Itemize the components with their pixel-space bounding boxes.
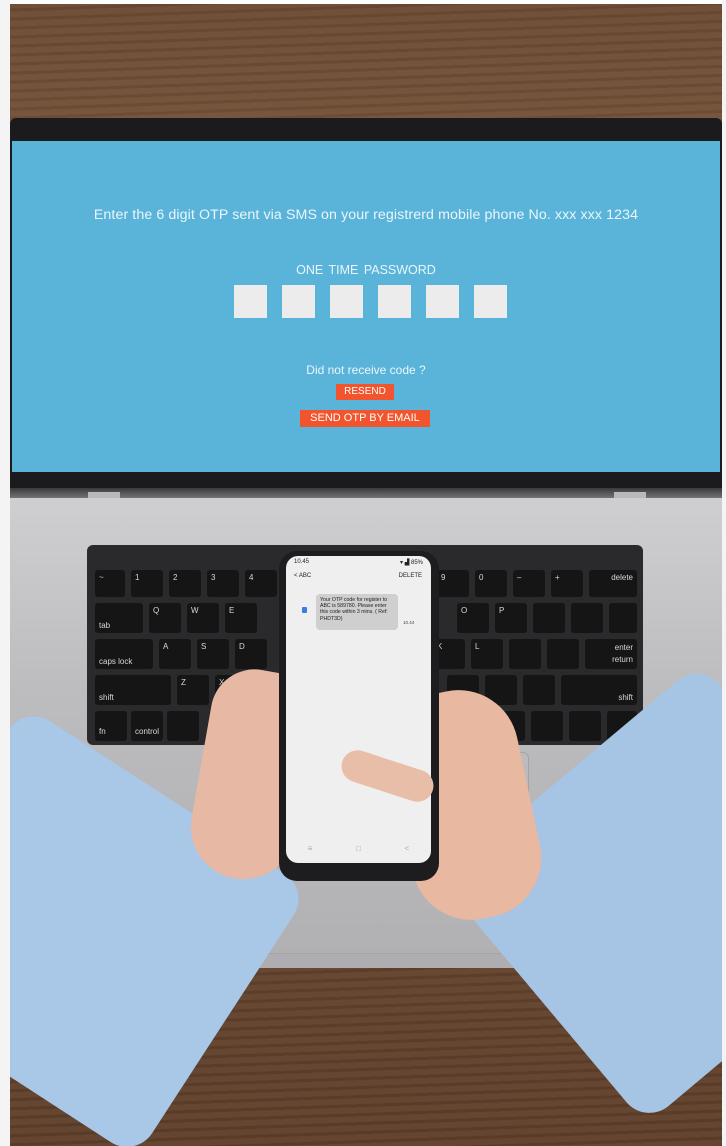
key-tilde[interactable]: ~	[95, 570, 125, 597]
key-label: control	[135, 727, 160, 736]
key-label: return	[612, 655, 633, 664]
otp-instruction-text: Enter the 6 digit OTP sent via SMS on yo…	[93, 207, 639, 223]
key-delete[interactable]: delete	[589, 570, 637, 597]
key-l[interactable]: L	[471, 639, 503, 669]
key-semicolon[interactable]	[509, 639, 541, 669]
otp-digit-4[interactable]	[378, 285, 411, 318]
hinge-foot	[614, 492, 646, 498]
key-o[interactable]: O	[457, 603, 489, 633]
key-p[interactable]: P	[495, 603, 527, 633]
key-label: shift	[618, 693, 633, 702]
key-arrow-up-down[interactable]	[569, 711, 601, 741]
sms-delete-button[interactable]: DELETE	[399, 573, 422, 579]
key-label: 3	[211, 573, 216, 582]
key-4[interactable]: 4	[245, 570, 277, 597]
key-w[interactable]: W	[187, 603, 219, 633]
key-label: O	[461, 606, 468, 615]
key-9[interactable]: 9	[437, 570, 469, 597]
key-control[interactable]: control	[131, 711, 163, 741]
not-received-text: Did not receive code ?	[306, 363, 426, 377]
key-q[interactable]: Q	[149, 603, 181, 633]
key-a[interactable]: A	[159, 639, 191, 669]
key-bracket-left[interactable]	[533, 603, 565, 633]
key-0[interactable]: 0	[475, 570, 507, 597]
key-label: W	[191, 606, 199, 615]
key-3[interactable]: 3	[207, 570, 239, 597]
phone-screen: 10.45 ▾ ▟ 85% < ABC DELETE Your OTP code…	[286, 556, 431, 863]
key-label: Z	[181, 678, 186, 687]
otp-digit-5[interactable]	[426, 285, 459, 318]
sms-timestamp: 10.44	[403, 620, 415, 625]
key-s[interactable]: S	[197, 639, 229, 669]
phone-nav-bar: ≡ □ <	[286, 844, 431, 853]
key-d[interactable]: D	[235, 639, 267, 669]
top-border	[0, 0, 726, 4]
otp-digit-3[interactable]	[330, 285, 363, 318]
key-label: tab	[99, 621, 111, 630]
key-label: D	[239, 642, 245, 651]
key-label: fn	[99, 727, 106, 736]
key-caps-lock[interactable]: caps lock	[95, 639, 153, 669]
key-shift-right[interactable]: shift	[561, 675, 637, 705]
key-z[interactable]: Z	[177, 675, 209, 705]
key-label: 1	[135, 573, 140, 582]
sms-back-button[interactable]: < ABC	[294, 573, 311, 579]
key-label: enter	[614, 643, 633, 652]
phone-clock: 10.45	[294, 559, 310, 565]
key-slash[interactable]	[523, 675, 555, 705]
key-label: 0	[479, 573, 484, 582]
laptop-screen: Enter the 6 digit OTP sent via SMS on yo…	[12, 141, 720, 472]
key-label: L	[475, 642, 480, 651]
otp-digit-6[interactable]	[474, 285, 507, 318]
otp-digit-2[interactable]	[282, 285, 315, 318]
send-otp-email-button[interactable]: SEND OTP BY EMAIL	[300, 410, 430, 427]
key-return[interactable]: enter return	[585, 639, 637, 669]
key-label: 2	[173, 573, 178, 582]
key-label: delete	[611, 573, 633, 582]
key-label: S	[201, 642, 207, 651]
key-arrow-left[interactable]	[531, 711, 563, 741]
key-shift-left[interactable]: shift	[95, 675, 171, 705]
key-backslash[interactable]	[609, 603, 637, 633]
otp-digit-1[interactable]	[234, 285, 267, 318]
key-label: shift	[99, 693, 114, 702]
key-label: +	[555, 573, 560, 582]
key-label: A	[163, 642, 169, 651]
key-e[interactable]: E	[225, 603, 257, 633]
desk-background: Enter the 6 digit OTP sent via SMS on yo…	[0, 0, 726, 1146]
otp-title: ONE TIME PASSWORD	[296, 263, 436, 277]
key-bracket-right[interactable]	[571, 603, 603, 633]
key-2[interactable]: 2	[169, 570, 201, 597]
home-icon[interactable]: □	[356, 844, 361, 853]
key-label: –	[517, 573, 522, 582]
back-icon[interactable]: <	[405, 844, 410, 853]
key-label: ~	[99, 573, 104, 582]
key-label: caps lock	[99, 657, 133, 666]
key-label: 9	[441, 573, 446, 582]
key-label: Q	[153, 606, 160, 615]
key-label: E	[229, 606, 235, 615]
right-border	[722, 0, 726, 1146]
key-minus[interactable]: –	[513, 570, 545, 597]
key-quote[interactable]	[547, 639, 579, 669]
otp-input-group	[234, 285, 514, 319]
key-option[interactable]	[167, 711, 199, 741]
key-label: 4	[249, 573, 254, 582]
resend-button[interactable]: RESEND	[336, 384, 394, 400]
battery-level: 85%	[410, 560, 423, 566]
key-equals[interactable]: +	[551, 570, 583, 597]
menu-icon[interactable]: ≡	[308, 844, 313, 853]
sms-message-bubble: Your OTP code for register to ABC is 589…	[316, 594, 398, 630]
key-label: P	[499, 606, 505, 615]
lock-icon	[302, 607, 307, 613]
key-fn[interactable]: fn	[95, 711, 127, 741]
key-1[interactable]: 1	[131, 570, 163, 597]
hinge-foot	[88, 492, 120, 498]
left-border	[0, 0, 10, 1146]
phone-status-bar: ▾ ▟ 85%	[400, 560, 423, 566]
key-tab[interactable]: tab	[95, 603, 143, 633]
